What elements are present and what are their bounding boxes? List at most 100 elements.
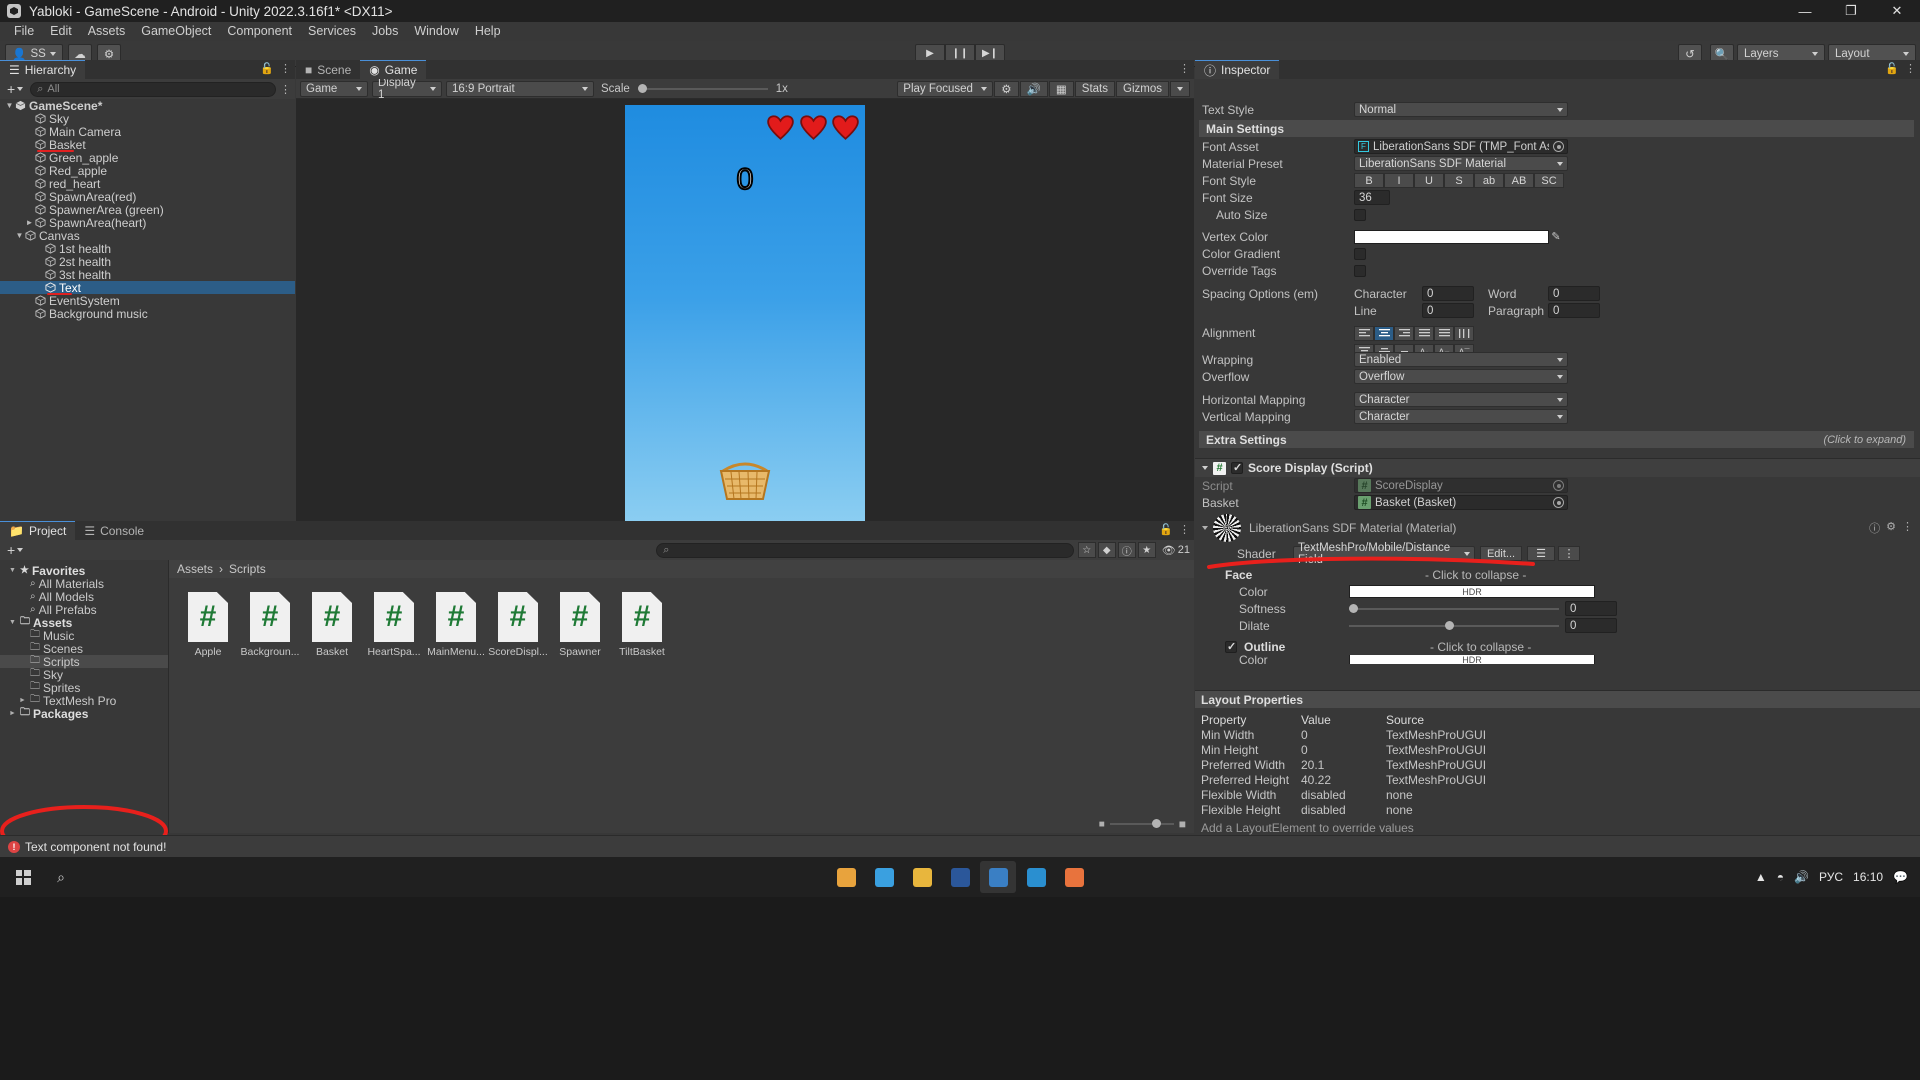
stats-button[interactable]: Stats — [1074, 80, 1116, 97]
zoom-in-icon[interactable]: ■ — [1179, 817, 1186, 831]
game-render-surface[interactable]: 0 — [625, 105, 865, 533]
font-style-s-button[interactable]: S — [1444, 173, 1474, 188]
hierarchy-item-main-camera[interactable]: Main Camera — [0, 125, 295, 139]
horizontal-mapping-dropdown[interactable]: Character — [1354, 392, 1568, 407]
zoom-slider-knob[interactable] — [1151, 819, 1161, 828]
scale-slider[interactable] — [637, 83, 768, 93]
hierarchy-tree[interactable]: ▼ GameScene* Sky Main Camera Basket Green_app… — [0, 99, 295, 517]
edge-icon[interactable] — [866, 861, 902, 893]
hierarchy-item-sky[interactable]: Sky — [0, 112, 295, 126]
menu-item-assets[interactable]: Assets — [80, 22, 134, 41]
softness-slider[interactable] — [1349, 603, 1559, 613]
chrome-icon[interactable] — [828, 861, 864, 893]
lock-icon[interactable]: 🔓 — [1885, 62, 1899, 75]
vlc-icon[interactable] — [1056, 861, 1092, 893]
shader-dropdown[interactable]: TextMeshPro/Mobile/Distance Field — [1293, 542, 1475, 566]
hierarchy-item-red-heart[interactable]: red_heart — [0, 177, 295, 191]
font-style-button-group[interactable]: B I U Sab AB SC — [1354, 173, 1564, 188]
game-view-canvas-area[interactable]: 0 — [296, 99, 1194, 539]
project-add-button[interactable]: + — [4, 542, 26, 558]
kebab-menu-icon[interactable]: ⋮ — [280, 62, 291, 75]
project-tree-item-sprites[interactable]: 🗀 Sprites — [0, 681, 168, 695]
object-picker-icon[interactable] — [1553, 141, 1564, 152]
tab-hierarchy[interactable]: ☰ Hierarchy — [0, 60, 86, 79]
spacing-word-input[interactable]: 0 — [1548, 286, 1600, 301]
shader-settings-button[interactable]: ☰ — [1527, 546, 1555, 561]
menu-item-edit[interactable]: Edit — [42, 22, 80, 41]
score-display-component-header[interactable]: # Score Display (Script) — [1195, 458, 1920, 477]
font-style-u-button[interactable]: U — [1414, 173, 1444, 188]
type-filter-icon[interactable]: ⓘ — [1117, 542, 1136, 558]
kebab-menu-icon[interactable]: ⋮ — [1179, 523, 1190, 536]
menu-item-gameobject[interactable]: GameObject — [133, 22, 219, 41]
asset-item[interactable]: # MainMenu... — [425, 592, 487, 658]
file-explorer-icon[interactable] — [904, 861, 940, 893]
project-tree-item-sky[interactable]: 🗀 Sky — [0, 668, 168, 682]
hierarchy-item-spawnarea-red[interactable]: SpawnArea(red) — [0, 190, 295, 204]
breadcrumb-scripts[interactable]: Scripts — [229, 562, 266, 576]
asset-item[interactable]: # Basket — [301, 592, 363, 658]
language-indicator[interactable]: РУС — [1819, 870, 1843, 884]
close-button[interactable]: ✕ — [1874, 0, 1920, 22]
face-color-swatch[interactable]: HDR — [1349, 585, 1595, 598]
project-tree-item-favorites[interactable]: ▼ ★ Favorites — [0, 564, 168, 578]
override-tags-checkbox[interactable] — [1354, 264, 1366, 277]
hierarchy-item-2st-health[interactable]: 2st health — [0, 255, 295, 269]
dilate-slider-knob[interactable] — [1445, 620, 1454, 630]
alignment-horizontal-group[interactable] — [1354, 326, 1474, 341]
foldout-closed-icon[interactable]: ► — [19, 697, 27, 704]
foldout-closed-icon[interactable]: ► — [24, 218, 35, 227]
edit-shader-button[interactable]: Edit... — [1480, 546, 1522, 561]
hierarchy-item-gamescene[interactable]: ▼ GameScene* — [0, 99, 295, 113]
chevron-up-icon[interactable]: ▲ — [1755, 870, 1767, 884]
auto-size-checkbox[interactable] — [1354, 208, 1366, 221]
font-asset-field[interactable]: F LiberationSans SDF (TMP_Font Asset) — [1354, 139, 1568, 154]
project-tree-item-scenes[interactable]: 🗀 Scenes — [0, 642, 168, 656]
windows-start-icon[interactable] — [6, 862, 40, 892]
project-asset-grid[interactable]: # Apple # Backgroun... # Basket # HeartSpa... # M… — [169, 578, 1194, 672]
overflow-dropdown[interactable]: Overflow — [1354, 369, 1568, 384]
align-flush-button[interactable] — [1434, 326, 1454, 341]
project-search-input[interactable]: ⌕ — [656, 542, 1074, 558]
hierarchy-item-basket[interactable]: Basket — [0, 138, 295, 152]
hierarchy-search-input[interactable]: ⌕ All — [30, 81, 276, 97]
asset-item[interactable]: # Apple — [177, 592, 239, 658]
hierarchy-item-eventsystem[interactable]: EventSystem — [0, 294, 295, 308]
maximize-button[interactable]: ❐ — [1828, 0, 1874, 22]
menu-item-component[interactable]: Component — [219, 22, 300, 41]
dilate-input[interactable]: 0 — [1565, 618, 1617, 633]
font-style-ab-button[interactable]: AB — [1504, 173, 1534, 188]
hierarchy-item-green-apple[interactable]: Green_apple — [0, 151, 295, 165]
menu-item-services[interactable]: Services — [300, 22, 364, 41]
wifi-icon[interactable]: ◓ — [1777, 870, 1784, 884]
align-center-button[interactable] — [1374, 326, 1394, 341]
project-tree-item-assets[interactable]: ▼ 🗀 Assets — [0, 616, 168, 630]
hierarchy-item-spawnerarea-green[interactable]: SpawnerArea (green) — [0, 203, 295, 217]
align-geometry-button[interactable] — [1454, 326, 1474, 341]
component-enabled-checkbox[interactable] — [1231, 461, 1243, 474]
shader-menu-button[interactable]: ⋮ — [1558, 546, 1580, 561]
spacing-line-input[interactable]: 0 — [1422, 303, 1474, 318]
unity-icon[interactable] — [980, 861, 1016, 893]
foldout-open-icon[interactable]: ▼ — [14, 231, 25, 240]
layout-properties-header[interactable]: Layout Properties — [1195, 691, 1920, 708]
asset-item[interactable]: # Spawner — [549, 592, 611, 658]
softness-input[interactable]: 0 — [1565, 601, 1617, 616]
mute-audio-button[interactable]: 🔊 — [1019, 80, 1048, 97]
basket-field[interactable]: # Basket (Basket) — [1354, 495, 1568, 510]
favorite-icon[interactable]: ★ — [1137, 542, 1156, 558]
kebab-menu-icon[interactable]: ⋮ — [1905, 62, 1916, 75]
foldout-open-icon[interactable]: ▼ — [9, 619, 17, 626]
display-dropdown[interactable]: Display 1 — [372, 77, 442, 101]
search-icon[interactable]: ⌕ — [44, 862, 78, 892]
font-style-b-button[interactable]: B — [1354, 173, 1384, 188]
menu-item-help[interactable]: Help — [467, 22, 509, 41]
hierarchy-item-3st-health[interactable]: 3st health — [0, 268, 295, 282]
material-component-header[interactable]: LiberationSans SDF Material (Material) ⓘ… — [1195, 511, 1920, 545]
project-tree-item-all-materials[interactable]: ⌕ All Materials — [0, 577, 168, 591]
hierarchy-item-spawnarea-heart[interactable]: ► SpawnArea(heart) — [0, 216, 295, 230]
project-tree-item-packages[interactable]: ► 🗀 Packages — [0, 707, 168, 721]
hierarchy-item-background-music[interactable]: Background music — [0, 307, 295, 321]
status-bar[interactable]: ! Text component not found! — [0, 835, 1920, 857]
extra-settings-header[interactable]: Extra Settings (Click to expand) — [1199, 431, 1914, 448]
